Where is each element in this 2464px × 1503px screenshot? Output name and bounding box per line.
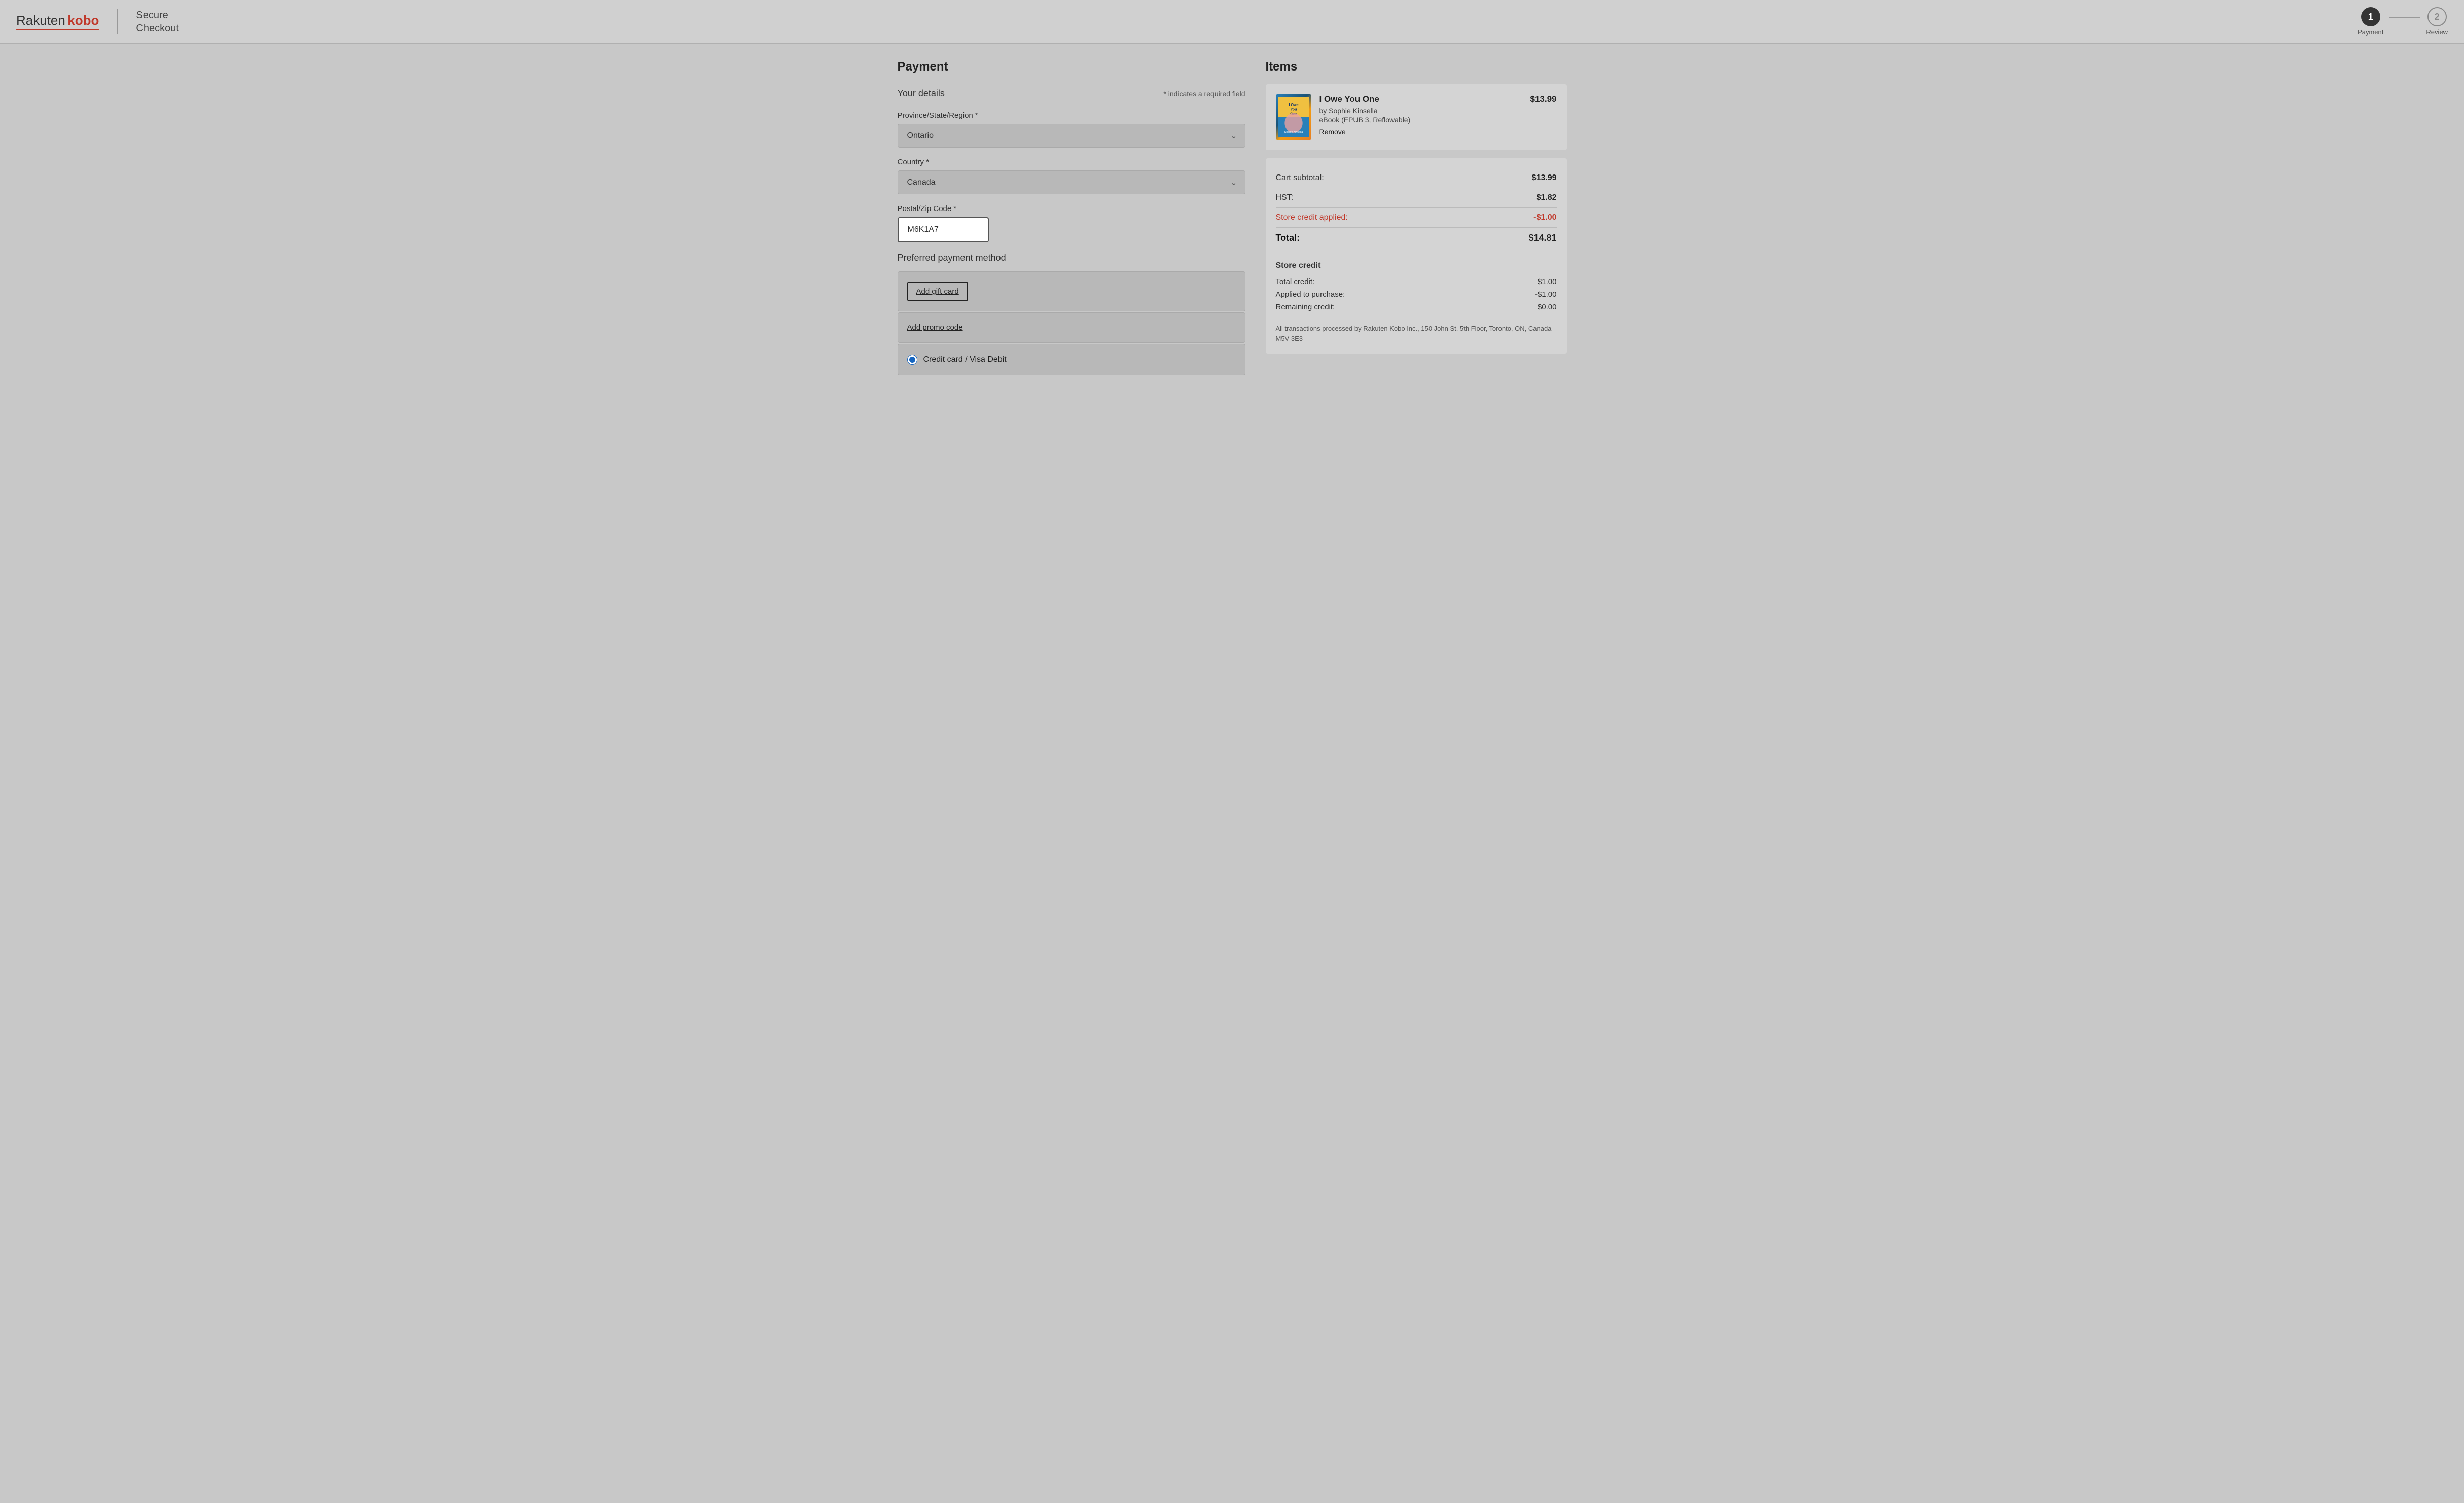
applied-value: -$1.00 [1535,290,1557,299]
gift-card-section: Add gift card [898,271,1245,311]
credit-card-section: Credit card / Visa Debit [898,344,1245,375]
promo-section: Add promo code [898,312,1245,343]
main-content: Payment Your details * indicates a requi… [877,44,1587,392]
total-credit-label: Total credit: [1276,277,1315,286]
secure-checkout-text: SecureCheckout [136,9,179,35]
header: Rakuten kobo SecureCheckout 1 Payment 2 … [0,0,2464,44]
left-panel: Payment Your details * indicates a requi… [898,60,1266,375]
item-price: $13.99 [1530,94,1557,104]
book-cover-image: I Owe You One Sophie Kinsella [1276,94,1311,140]
total-label: Total: [1276,233,1300,243]
add-promo-button[interactable]: Add promo code [907,323,963,332]
items-title: Items [1266,60,1567,74]
item-info: I Owe You One by Sophie Kinsella eBook (… [1319,94,1522,137]
add-gift-card-button[interactable]: Add gift card [907,282,968,301]
store-credit-applied-row: Store credit applied: -$1.00 [1276,208,1557,228]
logo-rakuten-text: Rakuten [16,13,65,28]
logo-kobo-text: kobo [67,13,99,28]
cart-subtotal-value: $13.99 [1532,173,1557,183]
summary-section: Cart subtotal: $13.99 HST: $1.82 Store c… [1266,158,1567,354]
remaining-label: Remaining credit: [1276,303,1335,311]
svg-text:Sophie Kinsella: Sophie Kinsella [1284,131,1303,134]
step1-label: Payment [2358,28,2383,36]
total-row: Total: $14.81 [1276,228,1557,249]
step-payment: 1 Payment [2358,7,2383,36]
store-credit-section-title: Store credit [1276,261,1557,270]
credit-card-label: Credit card / Visa Debit [923,355,1007,364]
your-details-header: Your details * indicates a required fiel… [898,88,1245,99]
country-label: Country * [898,158,1245,166]
your-details-title: Your details [898,88,945,99]
country-select[interactable]: Canada [898,170,1245,194]
svg-text:I Owe: I Owe [1289,103,1298,107]
total-value: $14.81 [1528,233,1556,243]
step2-label: Review [2426,28,2448,36]
required-note: * indicates a required field [1163,90,1245,98]
applied-label: Applied to purchase: [1276,290,1345,299]
postal-label: Postal/Zip Code * [898,204,1245,213]
step2-circle: 2 [2427,7,2447,26]
store-credit-applied-value: -$1.00 [1533,213,1556,222]
logo-underline [16,29,99,30]
province-label: Province/State/Region * [898,111,1245,120]
payment-title: Payment [898,60,1245,74]
store-credit-applied-label: Store credit applied: [1276,213,1348,222]
right-panel: Items I Owe You One Sophie Kinsella [1266,60,1567,375]
total-credit-row: Total credit: $1.00 [1276,275,1557,288]
steps: 1 Payment 2 Review [2358,7,2448,36]
remove-button[interactable]: Remove [1319,128,1346,136]
store-credit-section: Store credit Total credit: $1.00 Applied… [1276,257,1557,313]
total-credit-value: $1.00 [1538,277,1557,286]
province-select[interactable]: Ontario [898,124,1245,148]
country-select-wrapper[interactable]: Canada ⌄ [898,170,1245,194]
province-select-wrapper[interactable]: Ontario ⌄ [898,124,1245,148]
country-field: Country * Canada ⌄ [898,158,1245,194]
transaction-note: All transactions processed by Rakuten Ko… [1276,324,1557,343]
step1-circle: 1 [2361,7,2380,26]
logo: Rakuten kobo [16,13,99,30]
item-format: eBook (EPUB 3, Reflowable) [1319,116,1522,124]
applied-row: Applied to purchase: -$1.00 [1276,288,1557,301]
item-title: I Owe You One [1319,94,1522,104]
hst-row: HST: $1.82 [1276,188,1557,208]
header-divider [117,9,118,34]
credit-card-radio[interactable] [907,355,917,365]
remaining-row: Remaining credit: $0.00 [1276,301,1557,313]
hst-label: HST: [1276,193,1294,202]
svg-text:You: You [1290,108,1297,112]
item-author: by Sophie Kinsella [1319,107,1522,115]
book-cover: I Owe You One Sophie Kinsella [1276,94,1311,140]
province-field: Province/State/Region * Ontario ⌄ [898,111,1245,148]
item-card: I Owe You One Sophie Kinsella I Owe You … [1266,84,1567,150]
step-review: 2 Review [2426,7,2448,36]
cart-subtotal-label: Cart subtotal: [1276,173,1324,183]
header-left: Rakuten kobo SecureCheckout [16,9,179,35]
hst-value: $1.82 [1536,193,1556,202]
remaining-value: $0.00 [1538,303,1557,311]
postal-field: Postal/Zip Code * [898,204,1245,242]
step-connector [2389,17,2420,18]
preferred-payment-title: Preferred payment method [898,253,1245,263]
cart-subtotal-row: Cart subtotal: $13.99 [1276,168,1557,188]
postal-input[interactable] [898,217,989,242]
